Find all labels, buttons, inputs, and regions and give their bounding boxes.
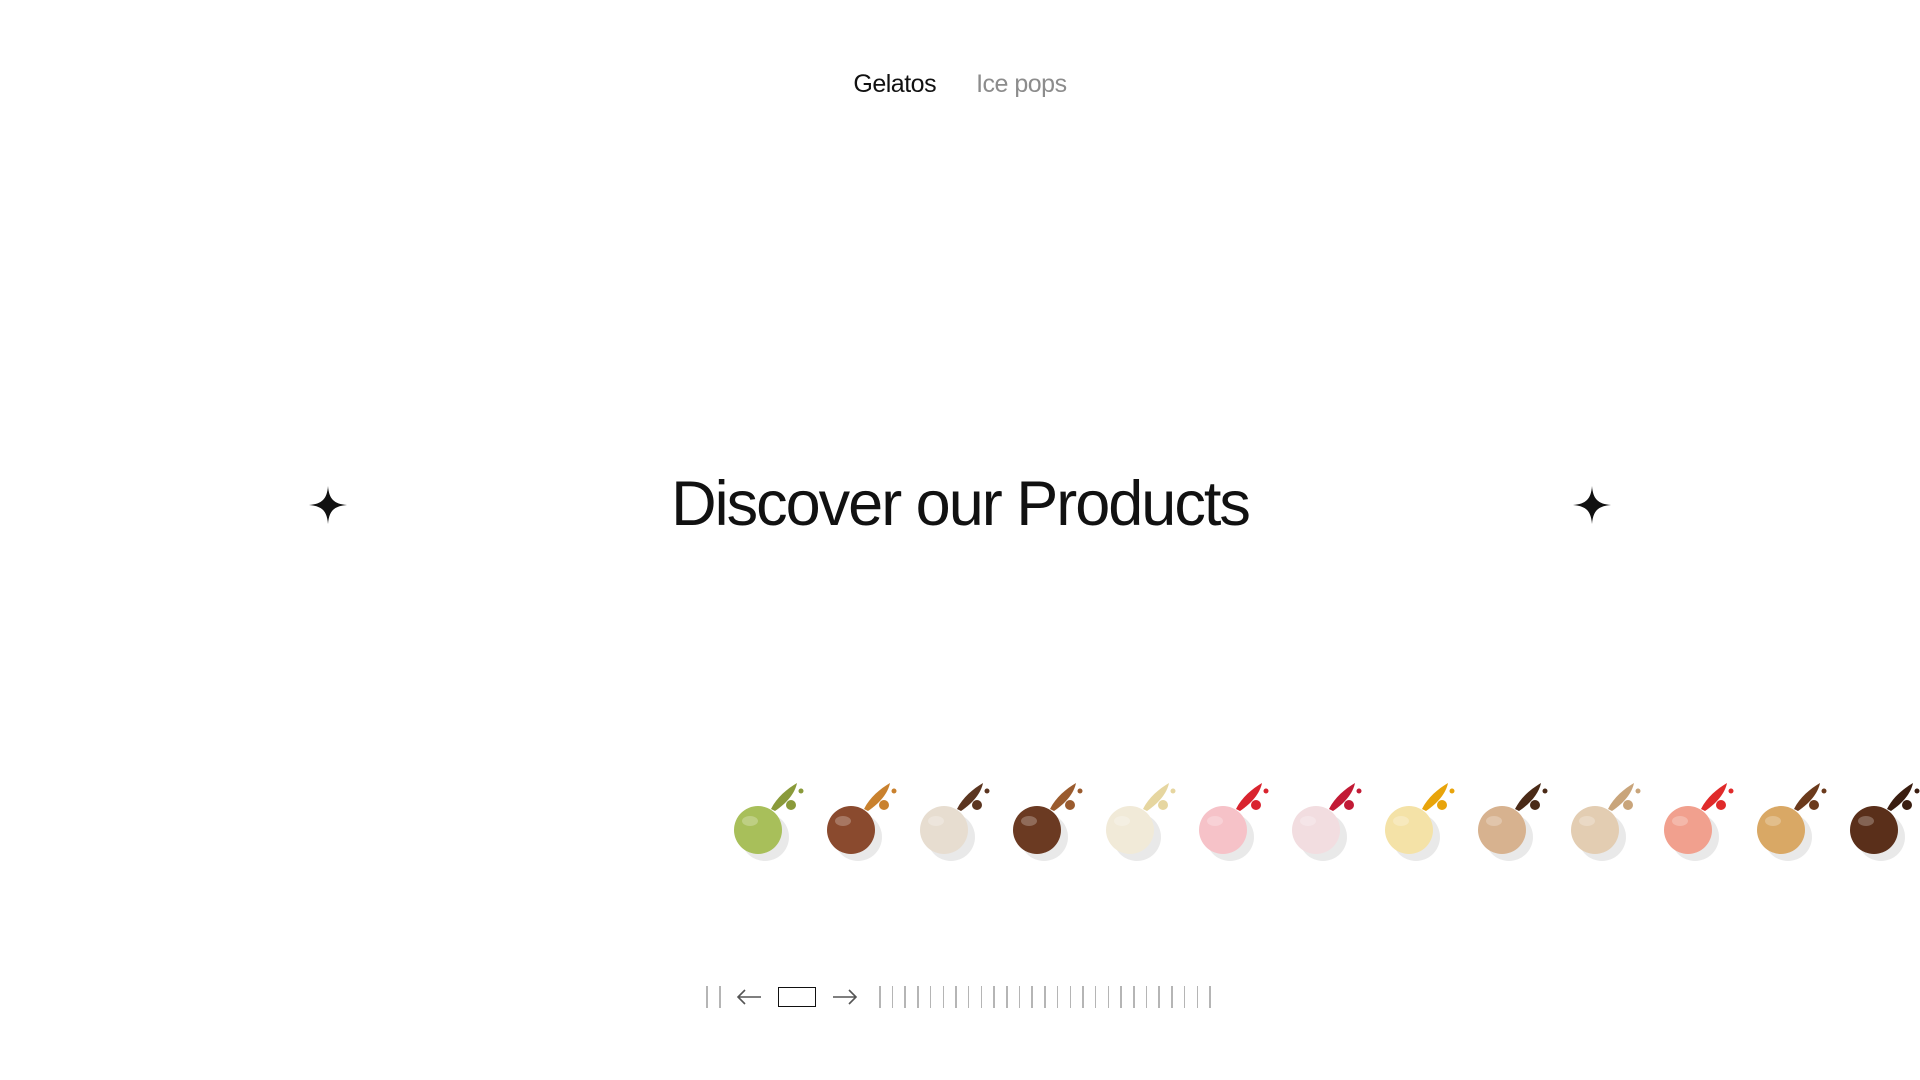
pagination-tick[interactable] — [904, 986, 906, 1008]
product-item-cookies[interactable] — [911, 765, 1001, 885]
pagination-tick[interactable] — [1145, 986, 1148, 1008]
pagination-tick[interactable] — [706, 986, 708, 1008]
pagination-tick[interactable] — [967, 986, 970, 1008]
gelato-scoop-image — [1664, 783, 1734, 861]
pagination-tick[interactable] — [980, 986, 983, 1008]
pagination-tick[interactable] — [1209, 986, 1211, 1008]
pagination-tick[interactable] — [942, 986, 944, 1008]
gelato-scoop-image — [734, 783, 804, 861]
product-carousel — [725, 765, 1920, 885]
pagination-tick[interactable] — [719, 986, 721, 1008]
gelato-scoop-image — [1850, 783, 1920, 861]
product-item-caramel[interactable] — [818, 765, 908, 885]
carousel-pagination — [0, 984, 1920, 1010]
page: Gelatos Ice pops Discover our Products — [0, 0, 1920, 1080]
pagination-tick[interactable] — [929, 986, 932, 1008]
pagination-tick[interactable] — [891, 986, 894, 1008]
pagination-tick[interactable] — [1044, 986, 1046, 1008]
pagination-tick[interactable] — [1056, 986, 1059, 1008]
product-item-chocolate-chip[interactable] — [1748, 765, 1838, 885]
product-item-cookie-crumble[interactable] — [1562, 765, 1652, 885]
gelato-scoop-image — [920, 783, 990, 861]
sparkle-icon — [1573, 486, 1611, 524]
product-item-passion-fruit[interactable] — [1376, 765, 1466, 885]
arrow-left-icon[interactable] — [734, 984, 764, 1010]
product-item-red-fruit[interactable] — [1655, 765, 1745, 885]
pagination-tick[interactable] — [1069, 986, 1071, 1008]
product-category-tabs: Gelatos Ice pops — [0, 68, 1920, 101]
gelato-scoop-image — [1385, 783, 1455, 861]
pagination-tick[interactable] — [1158, 986, 1160, 1008]
page-title: Discover our Products — [671, 469, 1251, 539]
pagination-tick[interactable] — [1031, 986, 1033, 1008]
pagination-tick[interactable] — [955, 986, 957, 1008]
pagination-tick[interactable] — [993, 986, 995, 1008]
pagination-tick[interactable] — [1120, 986, 1122, 1008]
pagination-tick[interactable] — [879, 986, 881, 1008]
pagination-tick[interactable] — [1082, 986, 1084, 1008]
pagination-tick[interactable] — [1171, 986, 1173, 1008]
product-item-berry-ripple[interactable] — [1283, 765, 1373, 885]
product-item-chocolate-hazelnut[interactable] — [1004, 765, 1094, 885]
product-item-strawberry[interactable] — [1190, 765, 1280, 885]
product-item-vanilla[interactable] — [1097, 765, 1187, 885]
gelato-scoop-image — [1013, 783, 1083, 861]
pagination-tick[interactable] — [1107, 986, 1110, 1008]
gelato-scoop-image — [827, 783, 897, 861]
gelato-scoop-image — [1478, 783, 1548, 861]
current-slide-indicator[interactable] — [778, 987, 816, 1007]
product-item-dark-chocolate[interactable] — [1841, 765, 1920, 885]
tab-gelatos[interactable]: Gelatos — [853, 68, 936, 101]
pagination-tick[interactable] — [1183, 986, 1186, 1008]
pagination-tick[interactable] — [1196, 986, 1198, 1008]
tab-ice-pops[interactable]: Ice pops — [976, 68, 1067, 101]
gelato-scoop-image — [1106, 783, 1176, 861]
gelato-scoop-image — [1199, 783, 1269, 861]
arrow-right-icon[interactable] — [830, 984, 860, 1010]
pagination-tick[interactable] — [917, 986, 919, 1008]
pagination-tick[interactable] — [1006, 986, 1008, 1008]
gelato-scoop-image — [1757, 783, 1827, 861]
pagination-tick[interactable] — [1018, 986, 1021, 1008]
product-item-coffee[interactable] — [1469, 765, 1559, 885]
product-item-pistachio[interactable] — [725, 765, 815, 885]
pagination-tick[interactable] — [1133, 986, 1135, 1008]
gelato-scoop-image — [1292, 783, 1362, 861]
pagination-tick[interactable] — [1094, 986, 1097, 1008]
gelato-scoop-image — [1571, 783, 1641, 861]
